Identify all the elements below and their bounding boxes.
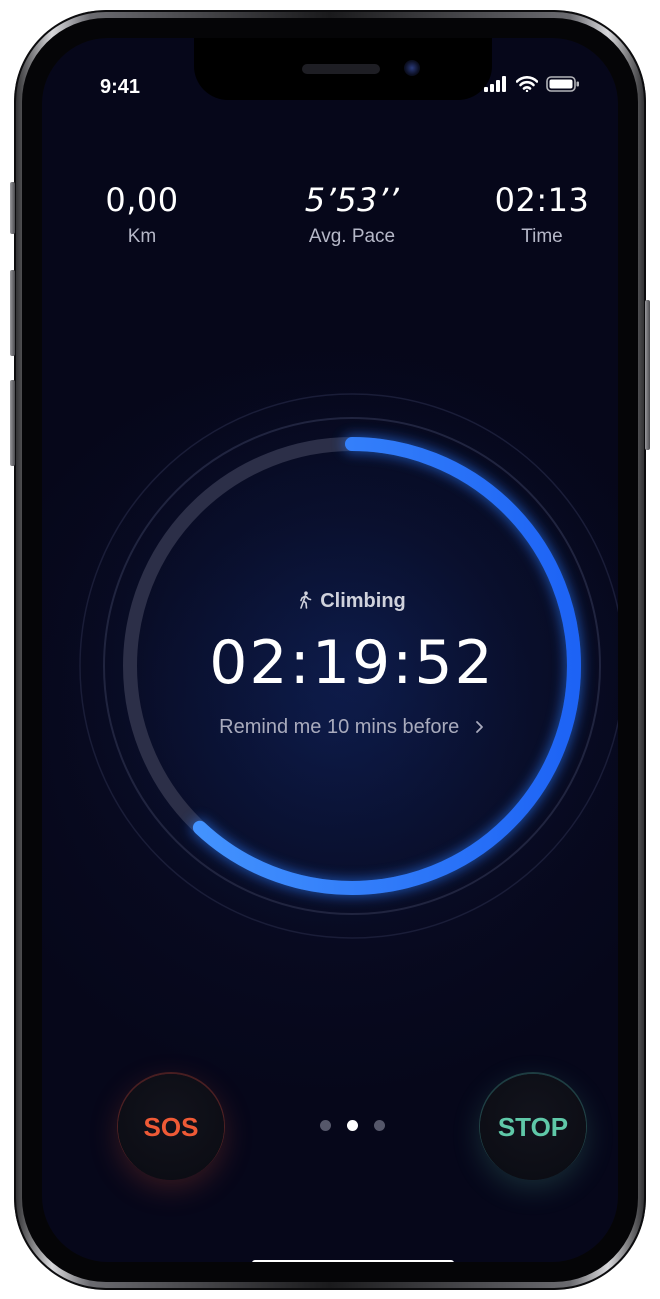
chevron-right-icon <box>475 721 483 733</box>
activity-type: Climbing <box>42 590 618 613</box>
stop-button[interactable]: STOP <box>480 1074 586 1180</box>
screen: 9:41 0,00 Km 5’53’’ Avg. Pace 02:13 Time… <box>42 38 618 1262</box>
volume-down-button <box>10 380 15 466</box>
phone-frame: 9:41 0,00 Km 5’53’’ Avg. Pace 02:13 Time… <box>10 10 650 1290</box>
remind-label: Remind me 10 mins before <box>219 716 460 738</box>
volume-up-button <box>10 270 15 356</box>
home-indicator[interactable] <box>252 1260 454 1262</box>
sos-button[interactable]: SOS <box>118 1074 224 1180</box>
page-indicator <box>320 1120 385 1131</box>
activity-label: Climbing <box>320 590 406 612</box>
page-dot-2[interactable] <box>347 1120 358 1131</box>
bezel: 9:41 0,00 Km 5’53’’ Avg. Pace 02:13 Time… <box>22 18 638 1282</box>
page-dot-1[interactable] <box>320 1120 331 1131</box>
silent-switch <box>10 182 15 234</box>
remind-me-link[interactable]: Remind me 10 mins before <box>42 716 618 739</box>
countdown-timer: 02:19:52 <box>209 628 495 698</box>
power-button <box>645 300 650 450</box>
page-dot-3[interactable] <box>374 1120 385 1131</box>
walking-person-icon <box>300 591 312 609</box>
